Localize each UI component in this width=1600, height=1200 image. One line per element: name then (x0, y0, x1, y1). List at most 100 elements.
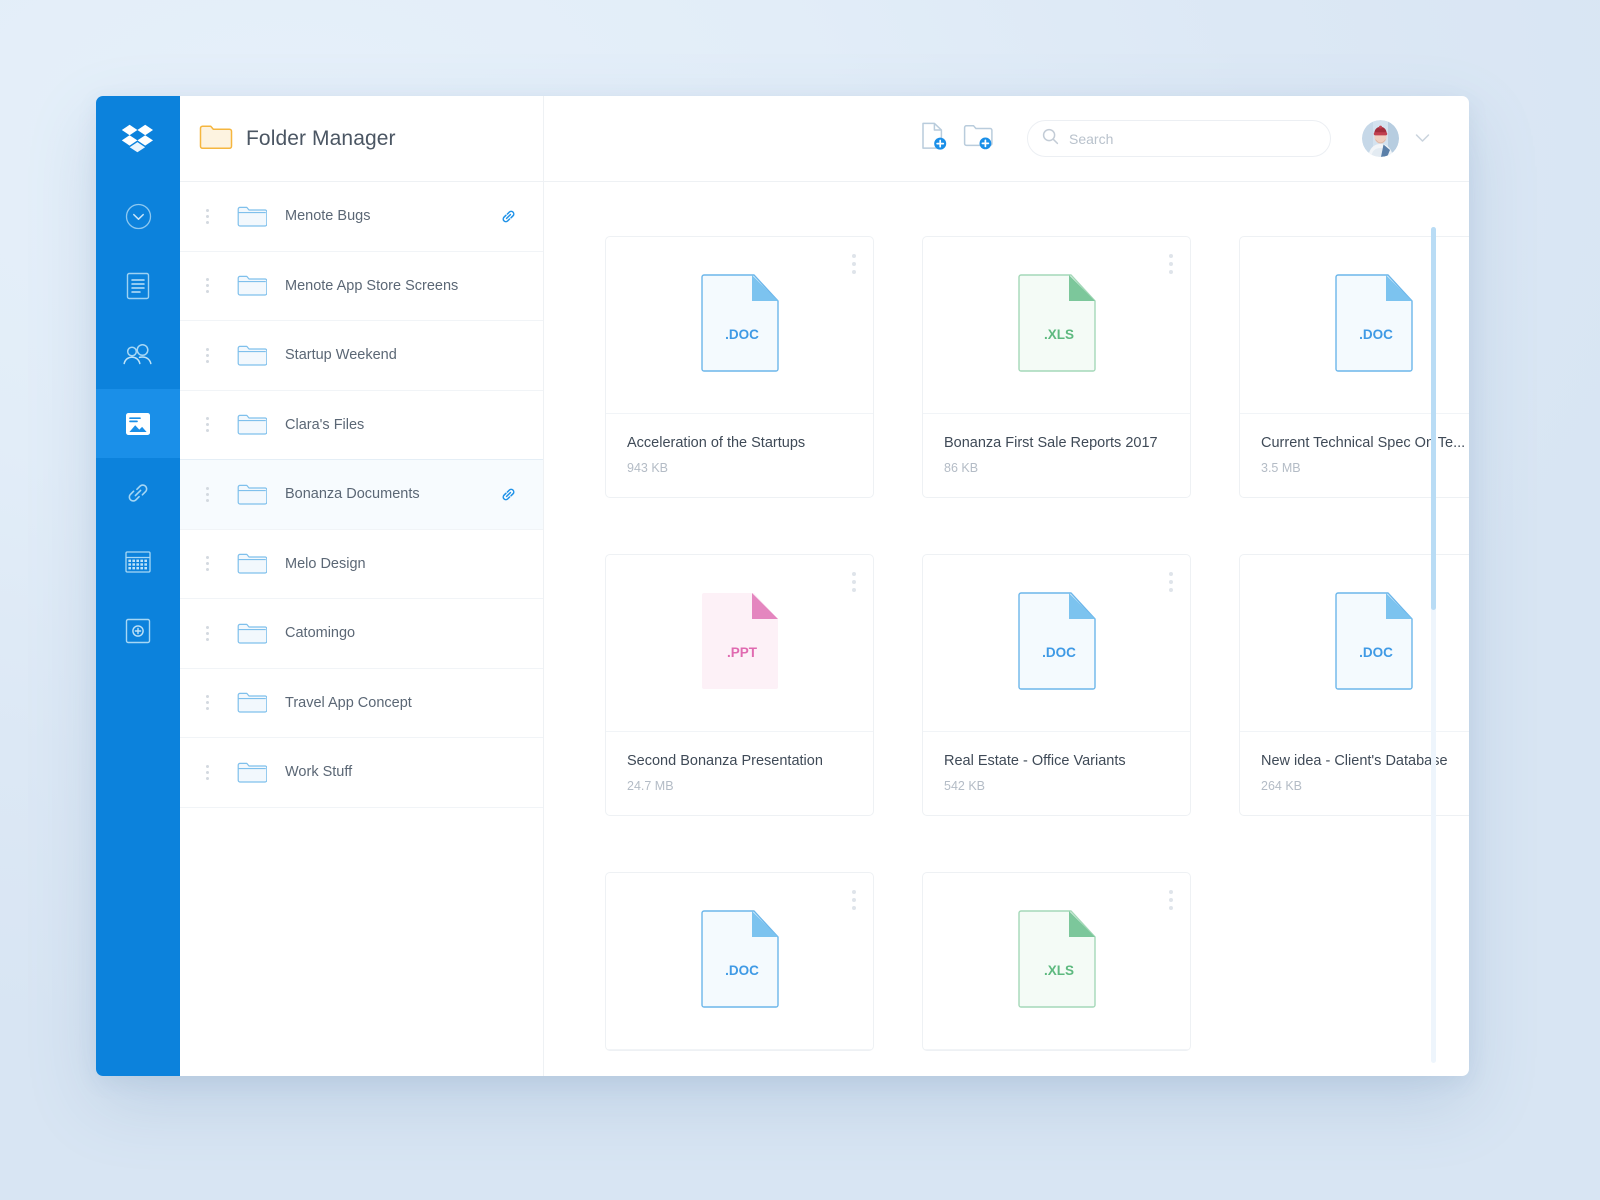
new-file-icon (921, 121, 948, 156)
file-type-doc-icon: .DOC (700, 909, 780, 1014)
folder-list-item-label: Bonanza Documents (285, 486, 500, 502)
file-thumbnail: .XLS (923, 873, 1190, 1050)
folder-icon (237, 412, 267, 437)
file-type-xls-icon: .XLS (1017, 909, 1097, 1014)
file-type-ppt-icon: .PPT (700, 591, 780, 696)
folder-icon (199, 122, 233, 155)
grid-icon (125, 551, 151, 573)
sidebar-item-apps[interactable] (96, 527, 180, 596)
files-grid: .DOC Acceleration of the Startups943 KB .X… (605, 236, 1469, 1051)
top-bar (544, 96, 1469, 182)
file-options-button[interactable] (1169, 254, 1173, 274)
file-thumbnail: .DOC (606, 237, 873, 414)
folder-list-item[interactable]: Bonanza Documents (180, 460, 543, 530)
folder-icon (237, 204, 267, 229)
file-options-button[interactable] (852, 890, 856, 910)
folder-list-item-label: Catomingo (285, 625, 517, 641)
file-card[interactable]: .DOC Real Estate - Office Variants542 KB (922, 554, 1191, 816)
dropbox-logo[interactable] (96, 96, 180, 182)
file-size: 943 KB (627, 461, 853, 475)
svg-text:.PPT: .PPT (726, 645, 757, 660)
sidebar-item-links[interactable] (96, 458, 180, 527)
search-box[interactable] (1027, 120, 1331, 157)
sidebar-item-add[interactable] (96, 596, 180, 665)
folder-list-item[interactable]: Work Stuff (180, 738, 543, 808)
file-thumbnail: .DOC (606, 873, 873, 1050)
folder-list-item[interactable]: Menote Bugs (180, 182, 543, 252)
file-thumbnail: .PPT (606, 555, 873, 732)
folder-icon (237, 690, 267, 715)
drag-handle-icon[interactable] (199, 417, 215, 432)
file-card[interactable]: .PPT Second Bonanza Presentation24.7 MB (605, 554, 874, 816)
folder-list-item[interactable]: Melo Design (180, 530, 543, 600)
shared-link-icon[interactable] (500, 208, 517, 225)
folder-icon (237, 551, 267, 576)
drag-handle-icon[interactable] (199, 556, 215, 571)
account-menu-button[interactable] (1405, 122, 1439, 156)
file-card[interactable]: .XLSBonanza First Sale Reports 201786 KB (922, 236, 1191, 498)
content-area: .DOC Acceleration of the Startups943 KB .X… (544, 96, 1469, 1076)
shared-link-icon[interactable] (500, 486, 517, 503)
folder-icon (237, 343, 267, 368)
file-size: 24.7 MB (627, 779, 853, 793)
file-type-doc-icon: .DOC (1334, 591, 1414, 696)
scrollbar-track[interactable] (1431, 227, 1436, 1063)
new-folder-button[interactable] (956, 117, 1000, 161)
file-card-meta: Real Estate - Office Variants542 KB (923, 732, 1190, 815)
file-card-meta: Acceleration of the Startups943 KB (606, 414, 873, 497)
scrollbar-thumb[interactable] (1431, 227, 1436, 610)
drag-handle-icon[interactable] (199, 695, 215, 710)
drag-handle-icon[interactable] (199, 278, 215, 293)
files-area: .DOC Acceleration of the Startups943 KB .X… (544, 182, 1469, 1076)
add-box-icon (125, 618, 151, 644)
svg-text:.DOC: .DOC (725, 327, 759, 342)
folder-list-item-label: Clara's Files (285, 417, 517, 433)
file-size: 3.5 MB (1261, 461, 1469, 475)
folder-list-item[interactable]: Clara's Files (180, 391, 543, 461)
drag-handle-icon[interactable] (199, 765, 215, 780)
search-icon (1042, 128, 1059, 150)
file-type-doc-icon: .DOC (700, 273, 780, 378)
drag-handle-icon[interactable] (199, 626, 215, 641)
drag-handle-icon[interactable] (199, 487, 215, 502)
folder-list-item-label: Startup Weekend (285, 347, 517, 363)
folder-list-item[interactable]: Startup Weekend (180, 321, 543, 391)
file-card[interactable]: .XLS (922, 872, 1191, 1051)
sidebar-item-photos[interactable] (96, 389, 180, 458)
file-name: Real Estate - Office Variants (944, 753, 1170, 769)
folder-list-item-label: Menote Bugs (285, 208, 500, 224)
drag-handle-icon[interactable] (199, 209, 215, 224)
app-window: Folder Manager Menote BugsMenote App Sto… (96, 96, 1469, 1076)
svg-text:.DOC: .DOC (1359, 327, 1393, 342)
folder-list-item[interactable]: Catomingo (180, 599, 543, 669)
folder-list-item[interactable]: Travel App Concept (180, 669, 543, 739)
people-icon (122, 343, 154, 367)
file-size: 86 KB (944, 461, 1170, 475)
file-options-button[interactable] (1169, 572, 1173, 592)
file-size: 264 KB (1261, 779, 1469, 793)
file-card[interactable]: .DOC (605, 872, 874, 1051)
folder-icon (237, 621, 267, 646)
search-input[interactable] (1069, 131, 1316, 147)
chevron-down-icon (1415, 130, 1430, 148)
avatar[interactable] (1362, 120, 1399, 157)
sidebar-item-shared[interactable] (96, 320, 180, 389)
file-card[interactable]: .DOC Acceleration of the Startups943 KB (605, 236, 874, 498)
sidebar-item-documents[interactable] (96, 251, 180, 320)
folder-list-item[interactable]: Menote App Store Screens (180, 252, 543, 322)
file-options-button[interactable] (852, 572, 856, 592)
photos-icon (125, 411, 151, 437)
folder-icon (237, 273, 267, 298)
file-options-button[interactable] (1169, 890, 1173, 910)
folder-list-item-label: Work Stuff (285, 764, 517, 780)
sidebar-item-recents[interactable] (96, 182, 180, 251)
file-thumbnail: .DOC (923, 555, 1190, 732)
file-options-button[interactable] (852, 254, 856, 274)
new-file-button[interactable] (912, 117, 956, 161)
svg-text:.DOC: .DOC (725, 963, 759, 978)
folder-list-item-label: Travel App Concept (285, 695, 517, 711)
drag-handle-icon[interactable] (199, 348, 215, 363)
file-card-meta: Second Bonanza Presentation24.7 MB (606, 732, 873, 815)
file-card-meta: Bonanza First Sale Reports 201786 KB (923, 414, 1190, 497)
svg-text:.DOC: .DOC (1042, 645, 1076, 660)
